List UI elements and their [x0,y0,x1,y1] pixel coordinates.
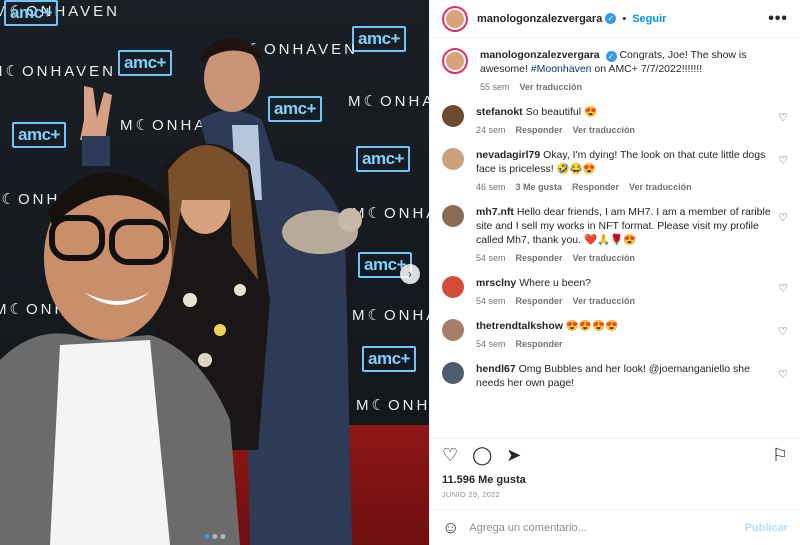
comment-time[interactable]: 54 sem [476,253,506,263]
commenter-avatar[interactable] [442,148,464,170]
add-comment-bar: ☺ Publicar [430,509,800,545]
comment-text: Omg Bubbles and her look! @joemanganiell… [476,363,750,389]
comment-like-heart-icon[interactable]: ♡ [778,325,788,338]
comment-like-heart-icon[interactable]: ♡ [778,282,788,295]
comment-input[interactable] [469,521,745,534]
commenter-avatar[interactable] [442,362,464,384]
comment-row: mh7.nft Hello dear friends, I am MH7. I … [442,205,788,263]
caption-time[interactable]: 55 sem [480,82,510,92]
author-avatar[interactable] [442,5,468,32]
reply-button[interactable]: Responder [516,253,563,263]
reply-button[interactable]: Responder [516,296,563,306]
post-header: manologonzalezvergara ✓ • Seguir ••• [430,0,800,38]
comment-row: thetrendtalkshow 😍😍😍😍 54 sem Responder ♡ [442,319,788,349]
comment-like-heart-icon[interactable]: ♡ [778,211,788,224]
carousel-dot [212,534,217,539]
comment-text: 😍😍😍😍 [565,320,619,332]
author-username[interactable]: manologonzalezvergara [477,13,602,25]
see-translation-button[interactable]: Ver traducción [629,182,692,192]
post-caption: manologonzalezvergara ✓ Congrats, Joe! T… [442,48,788,92]
heart-outline-icon[interactable]: ♡ [442,445,458,466]
commenter-username[interactable]: stefanokt [476,106,523,118]
comment-time[interactable]: 54 sem [476,339,506,349]
comment-row: nevadagirl79 Okay, I'm dying! The look o… [442,148,788,192]
people-illustration [0,37,362,545]
commenter-avatar[interactable] [442,105,464,127]
reply-button[interactable]: Responder [516,125,563,135]
smiley-icon[interactable]: ☺ [442,518,459,538]
post-side-panel: manologonzalezvergara ✓ • Seguir ••• man… [429,0,800,545]
hashtag-link[interactable]: #Moonhaven [531,63,592,75]
comments-list[interactable]: manologonzalezvergara ✓ Congrats, Joe! T… [430,38,800,438]
commenter-avatar[interactable] [442,319,464,341]
separator-dot: • [622,12,627,25]
comment-row: stefanokt So beautiful 😍 24 sem Responde… [442,105,788,135]
carousel-dot [204,534,209,539]
comment-row: mrsclny Where u been? 54 sem Responder V… [442,276,788,306]
commenter-username[interactable]: thetrendtalkshow [476,320,563,332]
see-translation-button[interactable]: Ver traducción [573,125,636,135]
likes-count[interactable]: 11.596 Me gusta [430,472,800,486]
verified-badge-icon: ✓ [605,13,617,24]
comment-like-heart-icon[interactable]: ♡ [778,111,788,124]
comment-likes[interactable]: 3 Me gusta [516,182,563,192]
commenter-username[interactable]: hendl67 [476,363,516,375]
reply-button[interactable]: Responder [516,339,563,349]
author-avatar[interactable] [442,48,468,74]
comment-like-heart-icon[interactable]: ♡ [778,368,788,381]
comment-bubble-icon[interactable]: ◯ [472,445,492,466]
caption-username[interactable]: manologonzalezvergara [480,49,600,61]
comment-row: hendl67 Omg Bubbles and her look! @joema… [442,362,788,396]
see-translation-button[interactable]: Ver traducción [573,296,636,306]
carousel-indicator [204,534,225,539]
commenter-username[interactable]: nevadagirl79 [476,149,540,161]
comment-time[interactable]: 24 sem [476,125,506,135]
comment-time[interactable]: 54 sem [476,296,506,306]
see-translation-button[interactable]: Ver traducción [520,82,583,92]
carousel-dot [220,534,225,539]
paper-plane-icon[interactable]: ➤ [506,445,521,466]
see-translation-button[interactable]: Ver traducción [573,253,636,263]
post-date: JUNIO 29, 2022 [442,490,500,499]
comment-like-heart-icon[interactable]: ♡ [778,154,788,167]
commenter-username[interactable]: mrsclny [476,277,516,289]
caption-text-end: on AMC+ 7/7/2022!!!!!!! [591,63,703,75]
instagram-post-view: M☾ONHAVEN amc+ amc+ M☾ONHAVEN M☾ONHAVEN … [0,0,800,545]
next-photo-button[interactable]: › [400,264,420,284]
comment-text: Hello dear friends, I am MH7. I am a mem… [476,206,771,246]
commenter-username[interactable]: mh7.nft [476,206,514,218]
comment-text: Where u been? [519,277,592,289]
follow-button[interactable]: Seguir [632,13,666,25]
bookmark-icon[interactable]: ⚐ [772,445,788,466]
post-actions-bar: ♡ ◯ ➤ ⚐ [430,438,800,472]
commenter-avatar[interactable] [442,276,464,298]
commenter-avatar[interactable] [442,205,464,227]
post-photo[interactable]: M☾ONHAVEN amc+ amc+ M☾ONHAVEN M☾ONHAVEN … [0,0,429,545]
more-options-icon[interactable]: ••• [768,10,788,28]
publish-button[interactable]: Publicar [745,522,788,534]
reply-button[interactable]: Responder [572,182,619,192]
verified-badge-icon: ✓ [605,51,617,62]
comment-time[interactable]: 46 sem [476,182,506,192]
comment-text: So beautiful 😍 [525,106,598,118]
